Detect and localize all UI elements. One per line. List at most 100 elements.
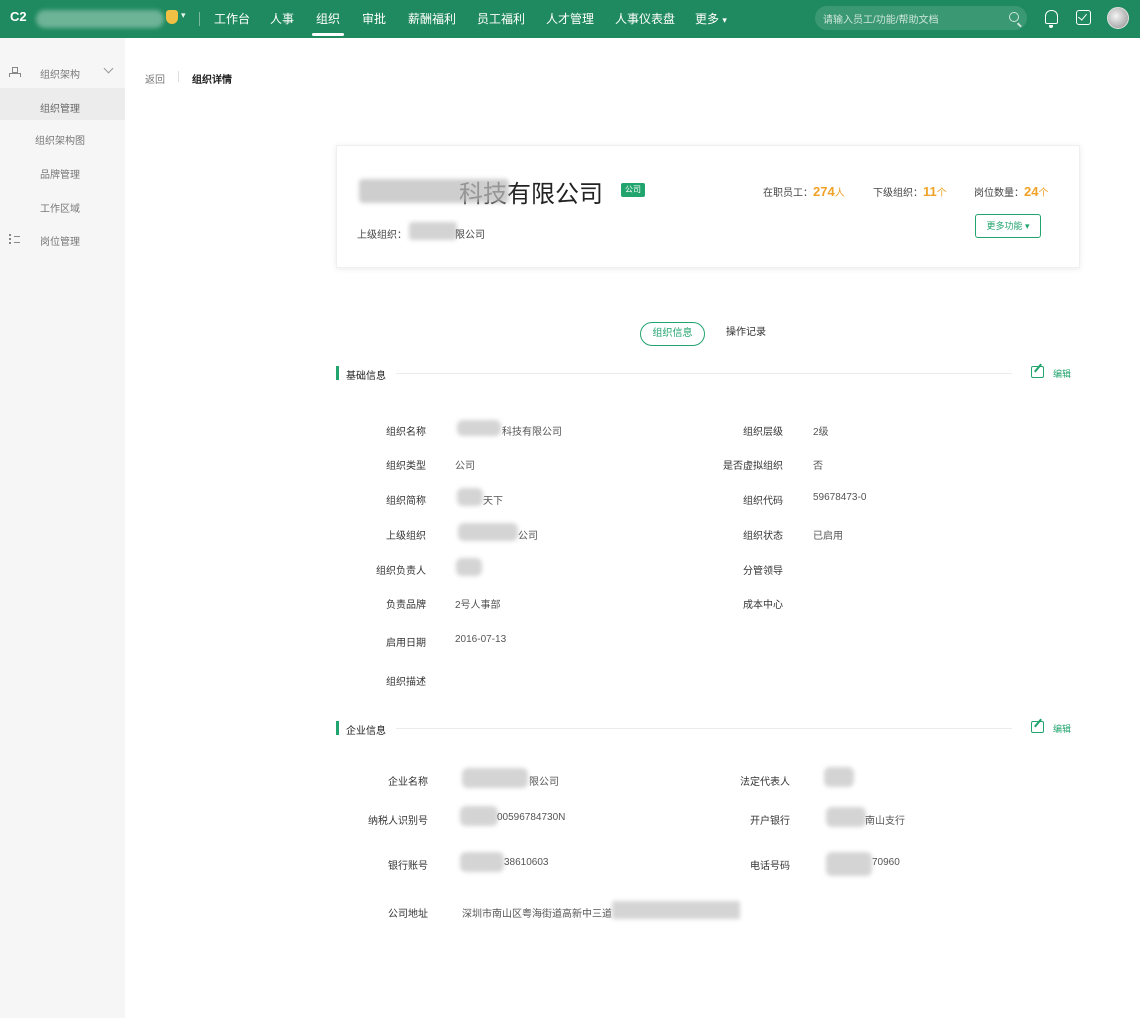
redacted-value: [460, 852, 504, 872]
nav-divider: [199, 12, 200, 26]
caret-down-icon[interactable]: ▾: [181, 10, 186, 21]
field-label-start-date: 启用日期: [386, 638, 426, 649]
field-label-legal-representative: 法定代表人: [740, 777, 790, 788]
breadcrumb-current: 组织详情: [192, 75, 232, 86]
nav-workbench[interactable]: 工作台: [214, 10, 250, 27]
back-link[interactable]: 返回: [145, 71, 165, 86]
nav-talent[interactable]: 人才管理: [546, 10, 594, 27]
redacted-value: [824, 767, 854, 787]
sidebar-item-position-management[interactable]: 岗位管理: [40, 233, 80, 248]
field-value-org-code: 59678473-0: [813, 492, 867, 503]
field-label-org-code: 组织代码: [743, 496, 783, 507]
field-label-enterprise-name: 企业名称: [388, 777, 428, 788]
nav-organization[interactable]: 组织: [311, 10, 345, 36]
field-label-org-name: 组织名称: [386, 427, 426, 438]
chevron-down-icon[interactable]: [103, 63, 114, 74]
stat-positions-label: 岗位数量：: [974, 188, 1024, 199]
task-check-icon[interactable]: [1076, 10, 1091, 25]
field-value-brand: 2号人事部: [455, 600, 501, 611]
field-value-bank-account: 38610603: [504, 857, 549, 868]
nav-employee-benefits[interactable]: 员工福利: [477, 10, 525, 27]
field-label-org-type: 组织类型: [386, 461, 426, 472]
field-value-enterprise-name: 限公司: [529, 777, 559, 788]
field-value-is-virtual: 否: [813, 461, 823, 472]
nav-dashboard[interactable]: 人事仪表盘: [615, 10, 675, 27]
caret-down-icon: ▾: [1025, 221, 1030, 231]
nav-personnel[interactable]: 人事: [270, 10, 294, 27]
field-value-org-type: 公司: [455, 461, 475, 472]
field-label-cost-center: 成本中心: [743, 600, 783, 611]
sidebar-item-brand-management[interactable]: 品牌管理: [40, 166, 80, 181]
redacted-value: [462, 768, 528, 788]
app-logo[interactable]: C2: [10, 9, 27, 24]
field-value-company-address: 深圳市南山区粤海街道高新中三道: [462, 909, 612, 920]
stat-employees-value: 274: [813, 184, 835, 199]
stat-sub-orgs-value: 11: [923, 184, 937, 199]
field-value-org-level: 2级: [813, 427, 829, 438]
redacted-value: [826, 807, 866, 827]
org-structure-icon: [9, 67, 21, 77]
tab-org-info[interactable]: 组织信息: [640, 322, 705, 346]
redacted-value: [457, 420, 501, 436]
nav-approval[interactable]: 审批: [362, 10, 386, 27]
search-box[interactable]: 请输入员工/功能/帮助文档: [815, 6, 1027, 30]
stat-sub-orgs: 下级组织：11个: [873, 184, 947, 199]
stat-positions-value: 24: [1024, 184, 1039, 199]
nav-compensation[interactable]: 薪酬福利: [408, 10, 456, 27]
more-functions-button[interactable]: 更多功能 ▾: [975, 214, 1041, 238]
stat-positions: 岗位数量：24个: [974, 184, 1048, 199]
field-value-phone: 70960: [872, 857, 900, 868]
position-list-icon: [9, 234, 20, 244]
parent-org-value: 限公司: [455, 230, 485, 241]
field-label-org-description: 组织描述: [386, 677, 426, 688]
edit-icon[interactable]: [1031, 366, 1044, 378]
field-label-supervising-leader: 分管领导: [743, 566, 783, 577]
edit-basic-button[interactable]: 编辑: [1053, 367, 1071, 380]
stat-sub-orgs-unit: 个: [936, 188, 947, 199]
field-label-brand: 负责品牌: [386, 600, 426, 611]
field-value-parent-org: 公司: [518, 531, 538, 542]
field-label-org-leader: 组织负责人: [376, 566, 426, 577]
organization-name-redacted[interactable]: [36, 10, 164, 28]
redacted-value: [457, 488, 483, 506]
breadcrumb-divider: [178, 71, 179, 82]
redacted-value: [826, 852, 872, 876]
org-type-tag: 公司: [621, 183, 645, 197]
section-divider: [396, 373, 1012, 374]
section-accent-bar: [336, 721, 339, 735]
redacted-value: [456, 558, 482, 576]
stat-employees-unit: 人: [834, 188, 845, 199]
bell-icon[interactable]: [1045, 10, 1058, 28]
edit-icon[interactable]: [1031, 721, 1044, 733]
sidebar-item-org-management[interactable]: 组织管理: [40, 100, 80, 115]
field-label-parent-org: 上级组织: [386, 531, 426, 542]
redacted-value: [612, 901, 740, 919]
field-label-is-virtual: 是否虚拟组织: [723, 461, 783, 472]
tab-operation-log[interactable]: 操作记录: [718, 322, 774, 346]
redacted-value: [460, 806, 498, 826]
nav-more[interactable]: 更多 ▾: [695, 10, 727, 27]
stat-employees-label: 在职员工：: [763, 188, 813, 199]
search-icon[interactable]: [1009, 12, 1019, 22]
sidebar-item-org-chart[interactable]: 组织架构图: [35, 132, 85, 147]
section-accent-bar: [336, 366, 339, 380]
field-value-org-status: 已启用: [813, 531, 843, 542]
section-divider: [396, 728, 1012, 729]
edit-enterprise-button[interactable]: 编辑: [1053, 722, 1071, 735]
avatar[interactable]: [1107, 7, 1129, 29]
more-functions-label: 更多功能: [986, 221, 1023, 231]
field-label-org-level: 组织层级: [743, 427, 783, 438]
field-label-bank-account: 银行账号: [388, 861, 428, 872]
nav-more-label: 更多: [695, 12, 720, 26]
parent-org-redacted: [409, 222, 457, 240]
sidebar-group-org-structure[interactable]: 组织架构: [40, 66, 80, 81]
section-title-basic: 基础信息: [346, 371, 386, 382]
search-placeholder: 请输入员工/功能/帮助文档: [823, 15, 939, 26]
field-label-taxpayer-id: 纳税人识别号: [368, 816, 428, 827]
sidebar: 组织架构 组织管理 组织架构图 品牌管理 工作区域 岗位管理: [0, 38, 125, 1018]
shield-icon[interactable]: [166, 10, 178, 24]
field-value-taxpayer-id: 00596784730N: [497, 812, 566, 823]
stat-employees: 在职员工：274人: [763, 184, 845, 199]
redacted-value: [458, 523, 518, 541]
sidebar-item-work-area[interactable]: 工作区域: [40, 200, 80, 215]
